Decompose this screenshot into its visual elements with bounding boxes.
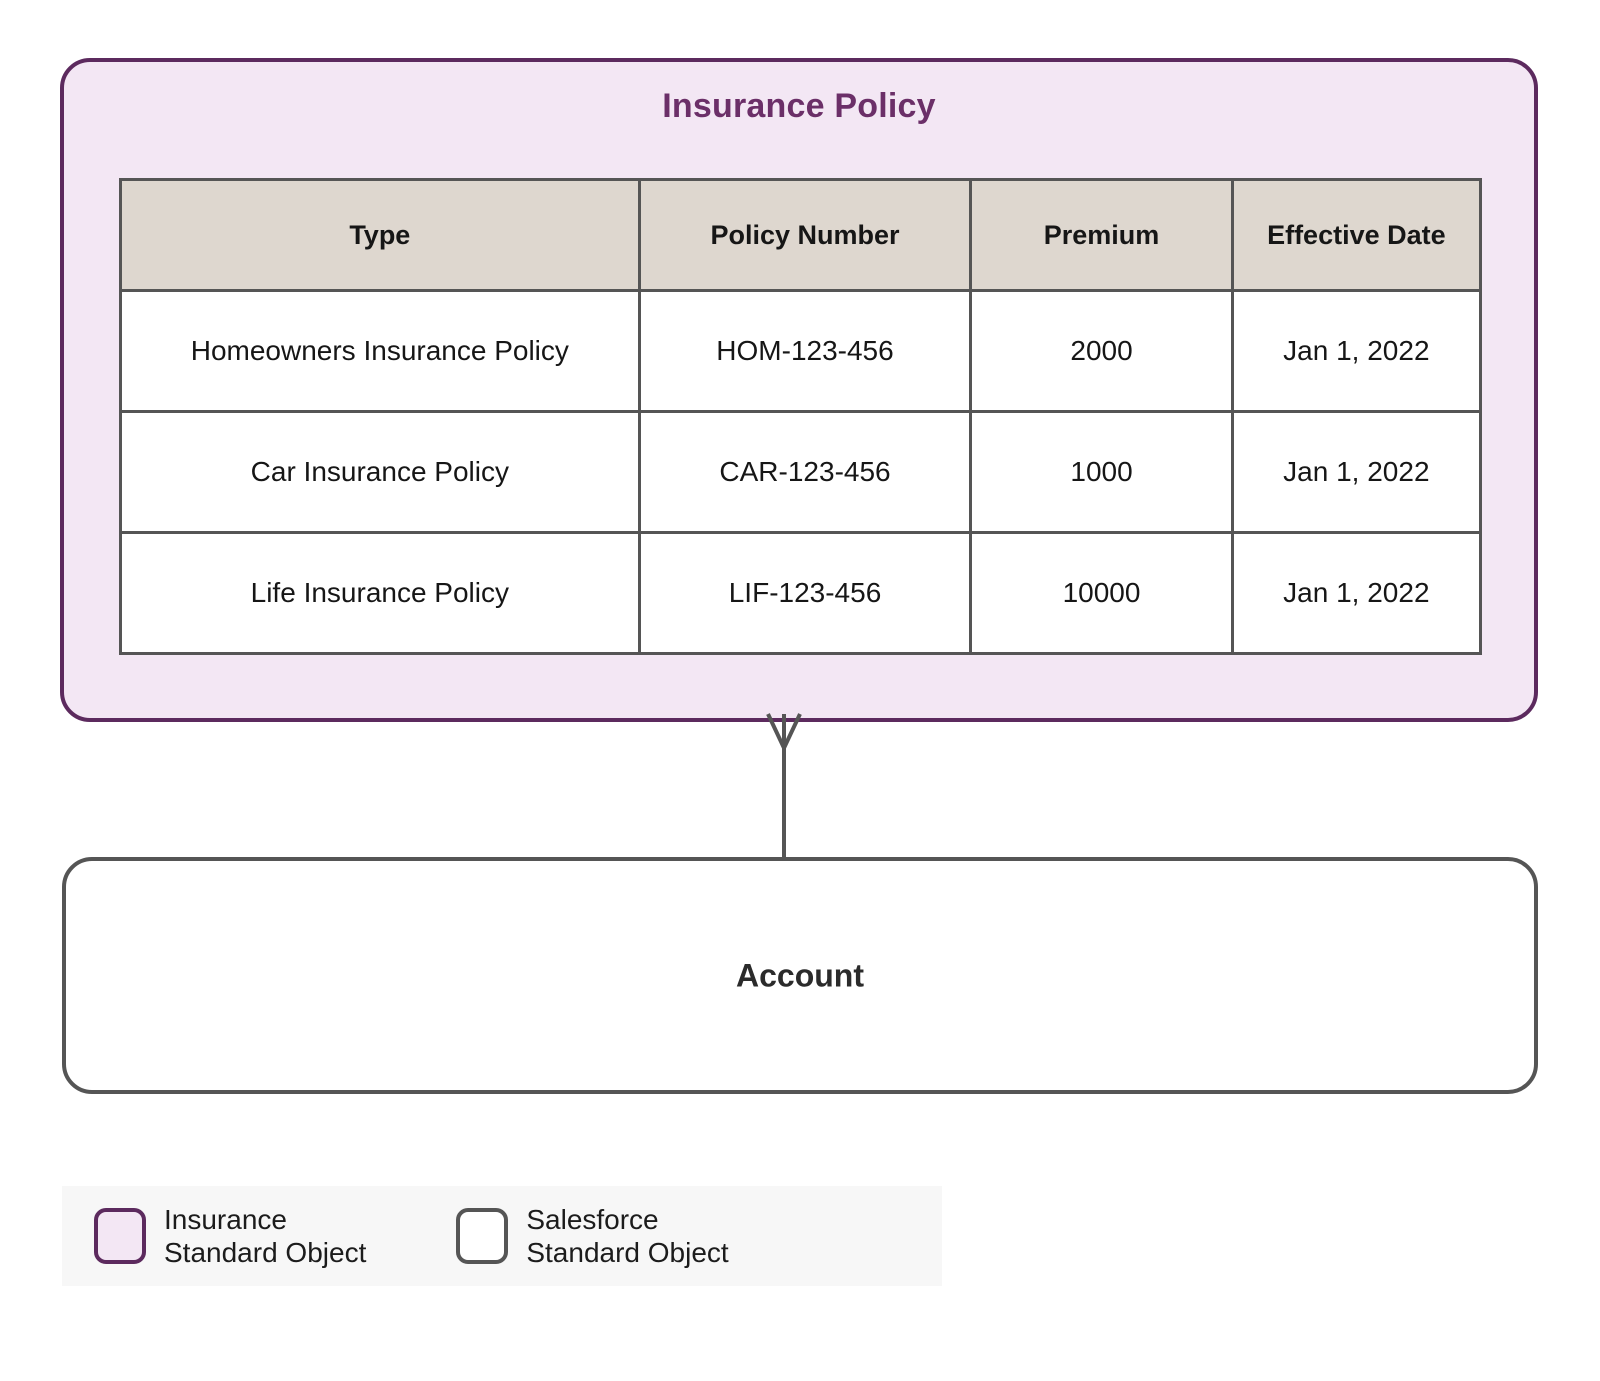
legend-label-insurance-line2: Standard Object <box>164 1237 367 1268</box>
entity-card-account: Account <box>62 857 1538 1094</box>
entity-title-insurance-policy: Insurance Policy <box>662 87 936 125</box>
table-row: Life Insurance Policy LIF-123-456 10000 … <box>119 531 1483 655</box>
cell-policy-number: HOM-123-456 <box>637 289 973 413</box>
cell-effective-date: Jan 1, 2022 <box>1230 531 1483 655</box>
column-header-type: Type <box>119 178 641 292</box>
legend-item-salesforce-standard-object: Salesforce Standard Object <box>456 1186 729 1286</box>
cell-premium: 1000 <box>969 410 1234 534</box>
cell-policy-number: CAR-123-456 <box>637 410 973 534</box>
legend-label-salesforce-line2: Standard Object <box>526 1237 729 1268</box>
entity-card-insurance-policy: Insurance Policy Type Policy Number Prem… <box>60 58 1538 722</box>
legend-label-insurance: Insurance Standard Object <box>164 1203 366 1269</box>
column-header-premium: Premium <box>969 178 1234 292</box>
legend-swatch-insurance-icon <box>94 1208 146 1264</box>
legend-label-salesforce: Salesforce Standard Object <box>526 1203 728 1269</box>
legend-swatch-salesforce-icon <box>456 1208 509 1264</box>
cell-type: Car Insurance Policy <box>119 410 641 534</box>
table-header-row: Type Policy Number Premium Effective Dat… <box>119 178 1483 292</box>
table-row: Homeowners Insurance Policy HOM-123-456 … <box>119 289 1483 413</box>
legend-label-insurance-line1: Insurance <box>164 1204 287 1235</box>
legend: Insurance Standard Object Salesforce Sta… <box>62 1186 942 1286</box>
entity-title-account: Account <box>736 957 864 993</box>
cell-type: Life Insurance Policy <box>119 531 641 655</box>
legend-label-salesforce-line1: Salesforce <box>526 1204 659 1235</box>
column-header-effective-date: Effective Date <box>1230 178 1483 292</box>
cell-type: Homeowners Insurance Policy <box>119 289 641 413</box>
insurance-policy-fields-table: Type Policy Number Premium Effective Dat… <box>119 178 1483 655</box>
cell-premium: 2000 <box>969 289 1234 413</box>
cell-policy-number: LIF-123-456 <box>637 531 973 655</box>
relationship-connector-crows-foot <box>766 713 802 864</box>
cell-premium: 10000 <box>969 531 1234 655</box>
table-row: Car Insurance Policy CAR-123-456 1000 Ja… <box>119 410 1483 534</box>
cell-effective-date: Jan 1, 2022 <box>1230 289 1483 413</box>
legend-item-insurance-standard-object: Insurance Standard Object <box>94 1186 366 1286</box>
column-header-policy-number: Policy Number <box>637 178 973 292</box>
cell-effective-date: Jan 1, 2022 <box>1230 410 1483 534</box>
